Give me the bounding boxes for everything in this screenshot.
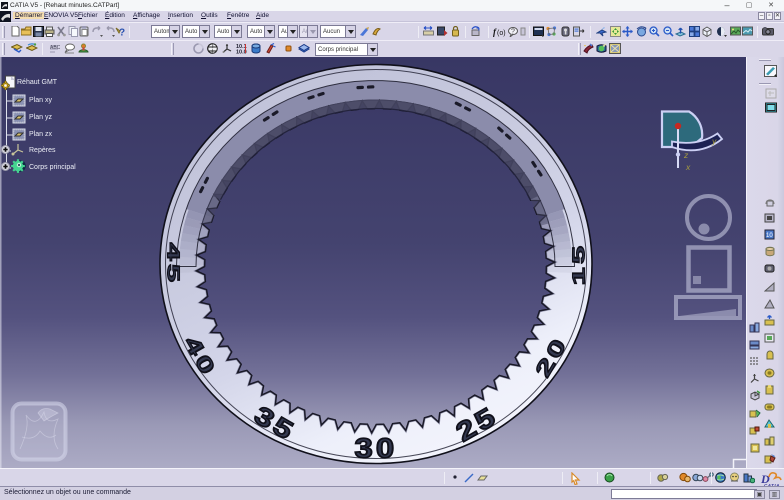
- svg-text:x: x: [685, 162, 691, 172]
- svg-text:30: 30: [355, 434, 398, 464]
- svg-text:45: 45: [163, 243, 183, 286]
- svg-text:ABC: ABC: [50, 45, 60, 51]
- svg-text:y: y: [711, 136, 717, 146]
- svg-text:15: 15: [568, 243, 588, 286]
- svg-text:?: ?: [511, 29, 515, 36]
- svg-text:10: 10: [766, 233, 773, 239]
- svg-text:(o): (o): [497, 30, 506, 37]
- svg-text:z: z: [683, 150, 689, 160]
- svg-text:?: ?: [119, 28, 125, 38]
